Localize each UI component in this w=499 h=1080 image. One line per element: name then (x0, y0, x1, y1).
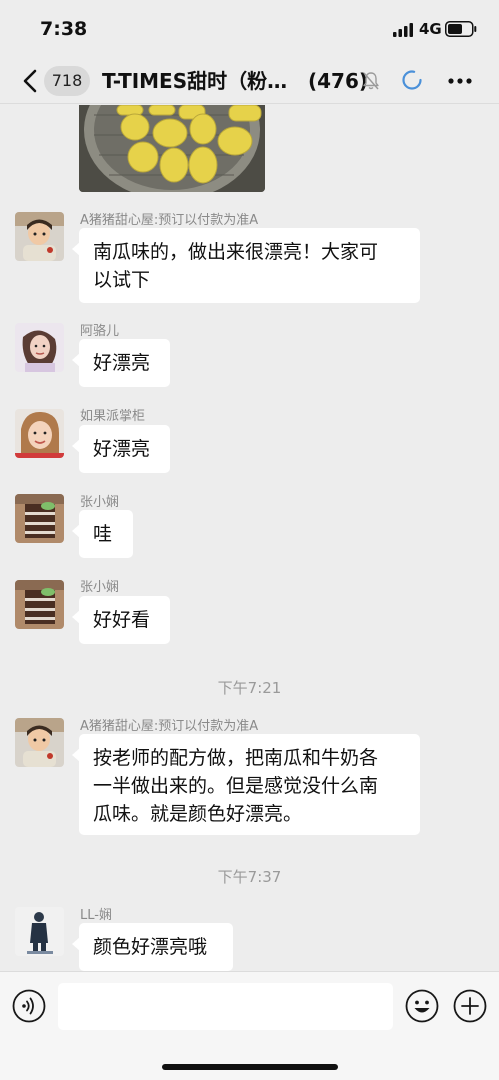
chat-header: 718 T-TIMES甜时（粉… (476) (0, 58, 499, 104)
avatar[interactable] (15, 580, 64, 629)
voice-icon[interactable] (12, 989, 46, 1023)
message-list[interactable]: A猪猪甜心屋:预订以付款为准A 南瓜味的，做出来很漂亮！大家可 以试下 阿骆儿 … (0, 105, 499, 971)
status-time: 7:38 (40, 18, 88, 40)
timestamp: 下午7:21 (217, 679, 282, 697)
sender-name: 张小娴 (80, 580, 120, 595)
bell-muted-icon (363, 72, 379, 90)
message-input[interactable] (58, 983, 393, 1030)
sender-name: 张小娴 (80, 495, 120, 510)
timestamp: 下午7:37 (217, 868, 282, 886)
sender-name: A猪猪甜心屋:预订以付款为准A (80, 213, 259, 228)
loading-spinner-icon (402, 70, 422, 90)
status-bar: 7:38 4G (0, 0, 499, 58)
plus-icon[interactable] (453, 989, 487, 1023)
avatar[interactable] (15, 212, 64, 261)
message-line: 以试下 (93, 269, 151, 291)
message-line: 好好看 (93, 609, 151, 631)
member-count: (476) (308, 69, 369, 93)
message-line: 一半做出来的。但是感觉没什么南 (93, 775, 379, 797)
sender-name: A猪猪甜心屋:预订以付款为准A (80, 719, 259, 734)
avatar[interactable] (15, 494, 64, 543)
network-type: 4G (419, 20, 442, 38)
message-bubble[interactable]: 按老师的配方做，把南瓜和牛奶各 一半做出来的。但是感觉没什么南 瓜味。就是颜色好… (72, 734, 420, 835)
avatar[interactable] (15, 907, 64, 956)
message-line: 瓜味。就是颜色好漂亮。 (93, 803, 303, 825)
message-line: 哇 (93, 523, 113, 545)
message-line: 颜色好漂亮哦 (93, 936, 208, 958)
sender-name: LL-娴 (80, 908, 112, 923)
sender-name: 阿骆儿 (80, 324, 120, 339)
emoji-icon[interactable] (405, 989, 439, 1023)
message-line: 好漂亮 (93, 438, 151, 460)
message-bubble[interactable]: 颜色好漂亮哦 (72, 923, 233, 971)
battery-icon (445, 21, 477, 37)
message-line: 好漂亮 (93, 352, 151, 374)
avatar[interactable] (15, 718, 64, 767)
message-bubble[interactable]: 好好看 (72, 596, 170, 644)
more-dots-icon[interactable] (448, 77, 472, 85)
message-bubble[interactable]: 南瓜味的，做出来很漂亮！大家可 以试下 (72, 228, 420, 303)
chevron-left-icon[interactable] (20, 68, 42, 94)
avatar[interactable] (15, 409, 64, 458)
signal-icon (393, 23, 413, 37)
avatar[interactable] (15, 323, 64, 372)
input-bar (0, 971, 499, 1080)
message-bubble[interactable]: 好漂亮 (72, 425, 170, 473)
message-bubble[interactable]: 好漂亮 (72, 339, 170, 387)
message-line: 南瓜味的，做出来很漂亮！大家可 (93, 241, 379, 263)
message-bubble[interactable]: 哇 (72, 510, 133, 558)
steamed-buns-photo[interactable] (79, 105, 265, 192)
home-indicator[interactable] (162, 1064, 338, 1070)
chat-title: T-TIMES甜时（粉… (102, 69, 288, 93)
message-line: 按老师的配方做，把南瓜和牛奶各 (93, 747, 379, 769)
sender-name: 如果派掌柜 (80, 409, 146, 424)
unread-count-badge[interactable]: 718 (44, 66, 90, 96)
